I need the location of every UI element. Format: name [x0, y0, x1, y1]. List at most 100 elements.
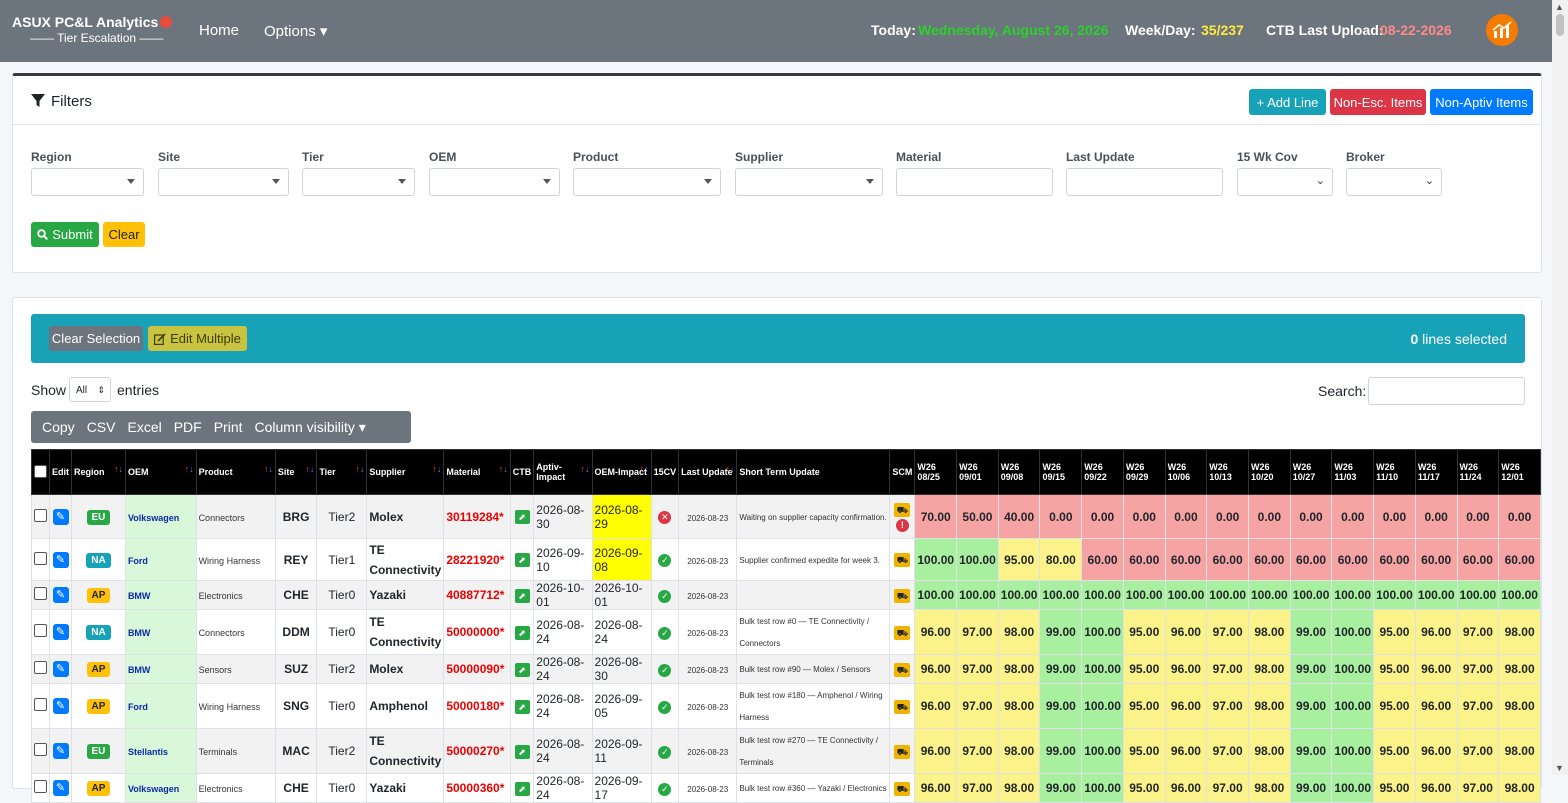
- last-update-input[interactable]: [1066, 168, 1223, 196]
- non-esc-items-button[interactable]: Non-Esc. Items: [1330, 89, 1426, 115]
- row-checkbox[interactable]: [34, 661, 47, 674]
- week-column-header[interactable]: W26 09/15: [1039, 449, 1083, 495]
- ctb-chart-icon[interactable]: ⬈: [514, 510, 530, 524]
- week-column-header[interactable]: W26 09/08: [997, 449, 1041, 495]
- sort-arrows-icon[interactable]: ↑↓: [264, 464, 273, 474]
- truck-icon[interactable]: ⛟: [894, 625, 911, 640]
- column-header[interactable]: Site ↑↓: [274, 449, 318, 495]
- ctb-chart-icon[interactable]: ⬈: [514, 781, 530, 796]
- table-row[interactable]: ✎ AP Volkswagen Electronics CHE Tier0 Yazaki 50…: [31, 773, 1541, 803]
- broker-select[interactable]: ⌄: [1346, 168, 1442, 196]
- ctb-chart-icon[interactable]: ⬈: [514, 588, 530, 603]
- sort-arrows-icon[interactable]: ↑↓: [355, 464, 364, 474]
- week-column-header[interactable]: W26 11/10: [1373, 449, 1416, 495]
- table-row[interactable]: ✎ EU Stellantis Terminals MAC Tier2 TE Connect…: [31, 728, 1541, 774]
- nav-options-dropdown[interactable]: Options ▾: [264, 22, 327, 40]
- column-header[interactable]: SCM: [889, 449, 916, 495]
- material-link[interactable]: 30119284*: [446, 510, 503, 524]
- csv-button[interactable]: CSV: [87, 419, 116, 435]
- site-select[interactable]: [158, 168, 289, 196]
- truck-icon[interactable]: ⛟: [894, 744, 911, 759]
- column-header[interactable]: Material ↑↓: [443, 449, 511, 495]
- table-row[interactable]: ✎ AP BMW Electronics CHE Tier0 Yazaki 40887712*…: [31, 580, 1541, 610]
- edit-multiple-button[interactable]: Edit Multiple: [148, 326, 247, 351]
- non-aptiv-items-button[interactable]: Non-Aptiv Items: [1430, 89, 1533, 115]
- edit-row-icon[interactable]: ✎: [52, 780, 69, 796]
- material-link[interactable]: 28221920*: [446, 553, 504, 567]
- edit-row-icon[interactable]: ✎: [52, 551, 69, 568]
- sort-arrows-icon[interactable]: ↑↓: [305, 464, 314, 474]
- material-link[interactable]: 40887712*: [446, 588, 504, 602]
- week-column-header[interactable]: W26 09/01: [956, 449, 999, 495]
- edit-row-icon[interactable]: ✎: [52, 587, 69, 603]
- week-column-header[interactable]: W26 11/17: [1414, 449, 1458, 495]
- product-select[interactable]: [573, 168, 721, 196]
- material-link[interactable]: 50000270*: [446, 744, 504, 758]
- column-header[interactable]: Product ↑↓: [195, 449, 276, 495]
- table-row[interactable]: ✎ AP BMW Sensors SUZ Tier2 Molex 50000090* ⬈ 2026…: [31, 654, 1541, 684]
- pdf-button[interactable]: PDF: [174, 419, 202, 435]
- page-scrollbar[interactable]: [1552, 0, 1568, 775]
- clear-selection-button[interactable]: Clear Selection: [49, 326, 143, 351]
- table-row[interactable]: ✎ AP Ford Wiring Harness SNG Tier0 Amphenol 500…: [31, 683, 1541, 729]
- sort-arrows-icon[interactable]: ↑↓: [640, 464, 649, 474]
- ctb-chart-icon[interactable]: ⬈: [514, 553, 530, 567]
- material-input[interactable]: [896, 168, 1053, 196]
- scrollbar-thumb[interactable]: [1556, 14, 1564, 36]
- week-column-header[interactable]: W26 12/01: [1498, 449, 1541, 495]
- ctb-chart-icon[interactable]: ⬈: [514, 699, 530, 714]
- sort-arrows-icon[interactable]: ↑↓: [499, 464, 508, 474]
- user-avatar[interactable]: [1486, 14, 1518, 46]
- 15wk-cov-select[interactable]: ⌄: [1237, 168, 1333, 196]
- column-header[interactable]: Region ↑↓: [71, 449, 126, 495]
- add-line-button[interactable]: + Add Line: [1249, 89, 1326, 115]
- material-link[interactable]: 50000360*: [446, 781, 504, 795]
- truck-icon[interactable]: ⛟: [894, 699, 911, 714]
- week-column-header[interactable]: W26 10/13: [1206, 449, 1249, 495]
- truck-icon[interactable]: ⛟: [894, 502, 911, 517]
- edit-row-icon[interactable]: ✎: [52, 661, 69, 677]
- week-column-header[interactable]: W26 10/27: [1289, 449, 1333, 495]
- scroll-down-icon[interactable]: ▼: [1555, 763, 1564, 773]
- row-checkbox[interactable]: [34, 698, 47, 711]
- row-checkbox[interactable]: [34, 551, 47, 565]
- material-link[interactable]: 50000000*: [446, 625, 504, 639]
- row-checkbox[interactable]: [34, 587, 47, 600]
- table-search-input[interactable]: [1368, 377, 1525, 405]
- column-header[interactable]: Supplier ↑↓: [366, 449, 445, 495]
- row-checkbox[interactable]: [34, 624, 47, 637]
- column-header[interactable]: Short Term Update: [736, 449, 891, 495]
- week-column-header[interactable]: W26 09/22: [1081, 449, 1124, 495]
- edit-row-icon[interactable]: ✎: [52, 743, 69, 759]
- week-column-header[interactable]: W26 09/29: [1122, 449, 1166, 495]
- truck-icon[interactable]: ⛟: [894, 553, 911, 567]
- region-select[interactable]: [31, 168, 144, 196]
- oem-select[interactable]: [429, 168, 560, 196]
- column-header[interactable]: Aptiv-Impact ↑↓: [533, 449, 593, 495]
- nav-home-link[interactable]: Home: [199, 22, 239, 39]
- entries-length-select[interactable]: All ⇕: [69, 377, 111, 402]
- sort-arrows-icon[interactable]: ↑↓: [114, 464, 123, 474]
- table-row[interactable]: ✎ NA Ford Wiring Harness REY Tier1 TE Connecti…: [31, 538, 1541, 581]
- ctb-chart-icon[interactable]: ⬈: [514, 744, 530, 759]
- select-all-checkbox[interactable]: [34, 464, 47, 478]
- ctb-chart-icon[interactable]: ⬈: [514, 625, 530, 640]
- supplier-select[interactable]: [735, 168, 883, 196]
- column-header[interactable]: Tier ↑↓: [316, 449, 368, 495]
- column-header[interactable]: CTB: [509, 449, 535, 495]
- excel-button[interactable]: Excel: [127, 419, 161, 435]
- ctb-chart-icon[interactable]: ⬈: [514, 662, 530, 677]
- table-row[interactable]: ✎ EU Volkswagen Connectors BRG Tier2 Molex 3011…: [31, 494, 1541, 539]
- column-header[interactable]: Last Update ↑↓: [678, 449, 738, 495]
- week-column-header[interactable]: W26 11/24: [1456, 449, 1500, 495]
- copy-button[interactable]: Copy: [42, 419, 75, 435]
- material-link[interactable]: 50000090*: [446, 662, 504, 676]
- week-column-header[interactable]: W26 11/03: [1331, 449, 1375, 495]
- week-column-header[interactable]: W26 10/20: [1248, 449, 1291, 495]
- submit-button[interactable]: Submit: [31, 222, 99, 247]
- sort-arrows-icon[interactable]: ↑↓: [432, 464, 441, 474]
- sort-arrows-icon[interactable]: ↑↓: [581, 464, 590, 474]
- sort-arrows-icon[interactable]: ↑↓: [185, 464, 194, 474]
- brand[interactable]: ASUX PC&L Analytics —— Tier Escalation —…: [12, 14, 182, 45]
- clear-button[interactable]: Clear: [103, 222, 145, 247]
